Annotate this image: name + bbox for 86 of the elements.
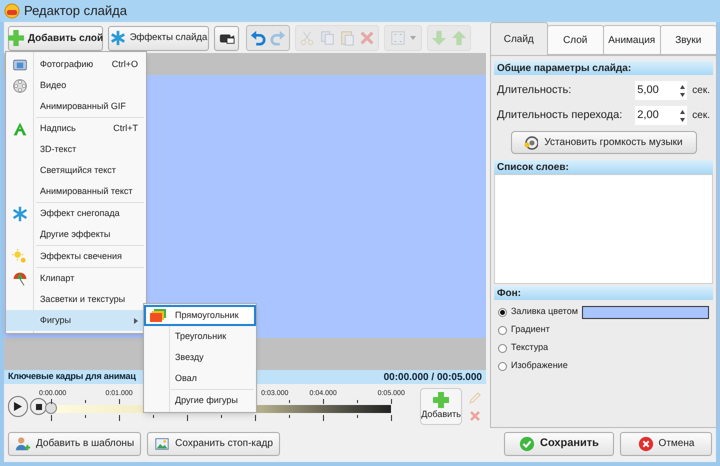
stop-icon — [36, 404, 42, 410]
stop-button[interactable] — [30, 398, 48, 415]
section-header: Общие параметры слайда: — [494, 61, 713, 75]
camera-button[interactable] — [214, 26, 239, 50]
menu-item[interactable]: Светящийся текст — [6, 160, 146, 181]
paste-icon — [339, 30, 355, 46]
menu-item[interactable]: Фотографию Ctrl+O — [6, 54, 146, 75]
fit-icon — [390, 30, 406, 46]
scissors-icon — [299, 30, 315, 46]
up-arrow-icon — [451, 30, 467, 46]
tab[interactable]: Слайд — [490, 22, 548, 55]
plus-icon — [8, 30, 24, 46]
letter-a-icon — [12, 120, 28, 136]
section-header: Фон: — [494, 286, 713, 300]
menu-item[interactable]: Надпись Ctrl+T — [6, 118, 146, 139]
delete-icon — [359, 30, 375, 46]
menu-item[interactable]: Эффекты свечения — [6, 246, 146, 267]
time-readout: 00:00.000 / 00:05.000 — [384, 370, 482, 384]
submenu-item[interactable]: Прямоугольник — [144, 305, 256, 326]
menu-item[interactable]: Анимированный GIF — [6, 96, 146, 117]
number-spinner[interactable]: 2,00 — [635, 106, 688, 125]
check-circle-icon — [519, 436, 536, 452]
playhead-handle[interactable] — [45, 402, 58, 414]
person-plus-icon — [15, 436, 31, 452]
effects-button[interactable]: Эффекты слайда — [108, 26, 209, 50]
sun-icon — [12, 248, 28, 264]
snowflake-icon — [110, 30, 126, 46]
menu-item[interactable]: Анимированный текст — [6, 181, 146, 202]
submenu-arrow-icon — [134, 318, 138, 324]
music-volume-button[interactable]: Установить громкость музыки — [510, 131, 696, 154]
film-reel-icon — [12, 78, 28, 94]
play-button[interactable] — [8, 396, 28, 417]
option-label: Заливка цветом — [511, 305, 579, 318]
menu-item[interactable]: Эффект снегопада — [6, 203, 146, 224]
spin-arrows-icon — [680, 110, 686, 122]
number-spinner[interactable]: 5,00 — [635, 81, 688, 100]
delete-icon[interactable] — [468, 408, 482, 422]
save-button[interactable]: Сохранить — [504, 432, 614, 456]
tab[interactable]: Анимация — [603, 25, 660, 55]
snowflake-icon — [12, 206, 28, 222]
rectangles-icon — [150, 308, 166, 322]
menu-item[interactable]: Видео — [6, 75, 146, 96]
color-swatch[interactable] — [582, 306, 709, 318]
picture-icon — [154, 436, 170, 452]
redo-icon — [270, 30, 286, 46]
tab[interactable]: Слой — [546, 25, 604, 55]
unit-label: сек. — [692, 84, 710, 98]
radio-button[interactable] — [498, 326, 507, 334]
section-header: Список слоев: — [494, 160, 713, 174]
submenu-item[interactable]: Овал — [144, 368, 256, 389]
tab[interactable]: Звуки — [660, 25, 717, 55]
menu-item[interactable]: Клипарт — [6, 268, 146, 289]
radio-button[interactable] — [498, 362, 507, 370]
menu-item[interactable]: 3D-текст — [6, 139, 146, 160]
app-icon — [4, 3, 20, 19]
cancel-circle-icon — [638, 436, 654, 452]
copy-icon — [319, 30, 335, 46]
unit-label: сек. — [692, 109, 710, 123]
keyframe-title: Ключевые кадры для анимац — [8, 370, 136, 384]
snapshot-button[interactable]: Сохранить стоп-кадр — [147, 432, 280, 456]
plus-icon — [433, 392, 450, 408]
caret-icon — [410, 36, 416, 40]
window-title: Редактор слайда — [24, 2, 127, 20]
undo-icon — [250, 30, 266, 46]
templates-button[interactable]: Добавить в шаблоны — [8, 432, 142, 456]
submenu-item[interactable]: Звезду — [144, 347, 256, 368]
submenu-item[interactable]: Другие фигуры — [144, 390, 256, 411]
submenu-item[interactable]: Треугольник — [144, 326, 256, 347]
menu-item[interactable]: Другие эффекты — [6, 224, 146, 245]
cancel-button[interactable]: Отмена — [620, 432, 712, 456]
radio-button[interactable] — [498, 344, 507, 352]
add-layer-button[interactable]: Добавить слой — [8, 26, 103, 50]
field-label: Длительность перехода: — [497, 108, 624, 124]
option-label: Текстура — [511, 341, 550, 354]
menu-item[interactable]: Засветки и текстуры — [6, 289, 146, 310]
radio-button[interactable] — [498, 308, 507, 316]
option-label: Градиент — [511, 323, 551, 336]
add-keyframe-button[interactable]: Добавить — [420, 388, 462, 425]
menu-item[interactable]: Фигуры — [6, 310, 146, 331]
speaker-icon — [524, 136, 538, 150]
umbrella-icon — [12, 270, 28, 286]
field-label: Длительность: — [497, 83, 572, 98]
play-icon — [14, 402, 22, 411]
option-label: Изображение — [511, 359, 569, 372]
down-arrow-icon — [431, 30, 447, 46]
spin-arrows-icon — [680, 84, 686, 96]
